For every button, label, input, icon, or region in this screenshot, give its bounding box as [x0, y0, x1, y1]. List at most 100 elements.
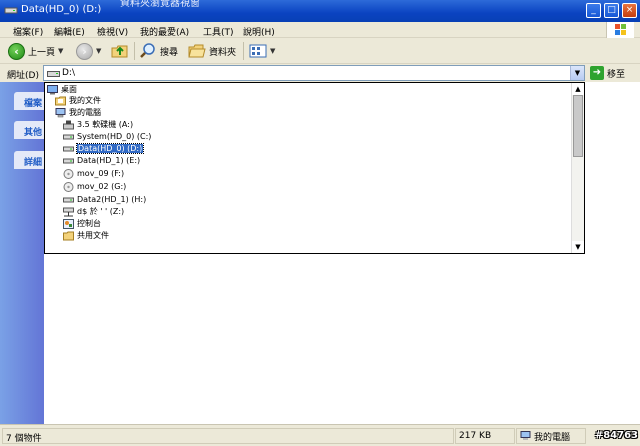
views-dropdown-icon[interactable]: ▼ [270, 47, 275, 55]
cd-drive-icon [63, 181, 74, 192]
list-item[interactable]: mov_02 (G:) [63, 181, 126, 192]
views-icon [249, 44, 267, 58]
list-item[interactable]: 共用文件 [63, 230, 109, 241]
control-panel-icon [63, 218, 74, 229]
chevron-up-icon: ▲ [575, 85, 581, 93]
list-item[interactable]: mov_09 (F:) [63, 168, 124, 179]
list-item[interactable]: d$ 於 ' ' (Z:) [63, 206, 124, 217]
address-bar: 網址(D) D:\ ▼ ➜ 移至 [0, 64, 640, 82]
address-label: 網址(D) [7, 71, 39, 81]
item-label: 我的電腦 [69, 108, 101, 117]
task-group-details[interactable]: 詳細 [14, 151, 44, 169]
folders-label: 資料夾 [209, 47, 237, 58]
go-label: 移至 [607, 69, 626, 80]
item-label: System(HD_0) (C:) [77, 132, 152, 141]
item-label: mov_09 (F:) [77, 169, 125, 178]
item-label: 控制台 [77, 219, 101, 228]
item-label-selected: Data(HD_0) (D:) [75, 143, 145, 154]
close-button[interactable]: × [622, 3, 637, 18]
item-label: d$ 於 ' ' (Z:) [77, 207, 125, 216]
scrollbar-thumb[interactable] [573, 95, 583, 157]
address-value: D:\ [62, 68, 75, 78]
dropdown-scrollbar[interactable]: ▲ ▼ [571, 83, 584, 253]
address-dropdown-button[interactable]: ▼ [570, 66, 584, 80]
forward-dropdown-icon[interactable]: ▼ [96, 47, 101, 55]
up-folder-icon [111, 45, 128, 58]
task-group-label: 詳細 [24, 158, 43, 168]
status-object-count: 7 個物件 [2, 428, 454, 444]
address-input[interactable]: D:\ ▼ [43, 65, 585, 81]
windows-logo [606, 22, 634, 38]
menu-favorites[interactable]: 我的最愛(A) [140, 25, 189, 38]
desktop-icon [47, 84, 58, 94]
back-label: 上一頁 [28, 47, 56, 58]
list-item[interactable]: 控制台 [63, 218, 101, 229]
item-label: mov_02 (G:) [77, 182, 127, 191]
floppy-drive-icon [63, 120, 74, 129]
folders-icon [188, 44, 206, 58]
toolbar: ‹ 上一頁 ▼ › ▼ 搜尋 資料夾 ▼ [0, 38, 640, 64]
item-label: 我的文件 [69, 96, 101, 105]
search-button[interactable]: 搜尋 [139, 41, 178, 61]
menu-view[interactable]: 檢視(V) [97, 25, 128, 38]
up-folder-button[interactable] [111, 41, 129, 61]
menu-file[interactable]: 檔案(F) [13, 25, 43, 38]
watermark: #84763 [594, 430, 638, 441]
menu-tools[interactable]: 工具(T) [203, 25, 234, 38]
list-item[interactable]: Data2(HD_1) (H:) [63, 194, 146, 205]
computer-icon [520, 431, 531, 440]
computer-icon [55, 107, 66, 117]
scroll-up-button[interactable]: ▲ [572, 83, 584, 95]
clipped-title-text: 資料夾瀏覽器視窗 [120, 0, 200, 9]
size-text: 217 KB [459, 431, 492, 441]
list-item[interactable]: Data(HD_1) (E:) [63, 155, 140, 166]
menu-help[interactable]: 說明(H) [243, 25, 275, 38]
chevron-down-icon: ▼ [574, 69, 581, 77]
folder-icon [63, 231, 74, 240]
search-label: 搜尋 [160, 47, 179, 58]
list-item[interactable]: System(HD_0) (C:) [63, 131, 151, 142]
task-group-other[interactable]: 其他 [14, 121, 44, 139]
minimize-button[interactable]: _ [586, 3, 601, 18]
menu-edit[interactable]: 編輯(E) [54, 25, 85, 38]
hard-drive-icon [63, 146, 74, 151]
toolbar-separator [243, 42, 244, 60]
forward-button[interactable]: › ▼ [76, 41, 101, 61]
status-bar: 7 個物件 217 KB 我的電腦 #84763 [0, 424, 640, 446]
network-drive-icon [63, 207, 74, 216]
status-location: 我的電腦 [516, 428, 586, 444]
go-button[interactable]: ➜ 移至 [590, 66, 625, 80]
list-item[interactable]: 桌面 [47, 84, 77, 95]
object-count-text: 7 個物件 [6, 434, 42, 444]
toolbar-separator [134, 42, 135, 60]
hard-drive-icon [63, 197, 74, 202]
menu-bar: 檔案(F) 編輯(E) 檢視(V) 我的最愛(A) 工具(T) 說明(H) [0, 22, 640, 38]
close-icon: × [625, 5, 634, 15]
folders-button[interactable]: 資料夾 [188, 41, 236, 61]
window-title: Data(HD_0) (D:) [21, 4, 102, 15]
list-item[interactable]: 我的電腦 [55, 107, 101, 118]
list-item[interactable]: 3.5 軟碟機 (A:) [63, 119, 133, 130]
cd-drive-icon [63, 168, 74, 179]
views-button[interactable]: ▼ [249, 41, 275, 61]
task-group-label: 檔案 [24, 99, 43, 109]
chevron-down-icon: ▼ [575, 243, 581, 251]
task-group-file[interactable]: 檔案 [14, 92, 44, 110]
maximize-icon: □ [607, 5, 616, 15]
forward-arrow-icon: › [76, 42, 93, 60]
task-group-label: 其他 [24, 128, 43, 138]
list-item[interactable]: Data(HD_0) (D:) [63, 143, 145, 154]
back-dropdown-icon[interactable]: ▼ [58, 47, 63, 55]
item-label: 桌面 [61, 85, 77, 94]
item-label: 共用文件 [77, 231, 109, 240]
windows-flag-icon [615, 24, 626, 35]
maximize-button[interactable]: □ [604, 3, 619, 18]
list-item[interactable]: 我的文件 [55, 95, 101, 106]
minimize-icon: _ [591, 5, 596, 15]
scroll-down-button[interactable]: ▼ [572, 241, 584, 253]
back-button[interactable]: ‹ 上一頁 ▼ [8, 41, 63, 61]
title-bar: 資料夾瀏覽器視窗 Data(HD_0) (D:) _ □ × [0, 0, 640, 22]
item-label: 3.5 軟碟機 (A:) [77, 120, 134, 129]
status-size: 217 KB [455, 428, 515, 444]
task-pane: 檔案 其他 詳細 [0, 82, 44, 424]
